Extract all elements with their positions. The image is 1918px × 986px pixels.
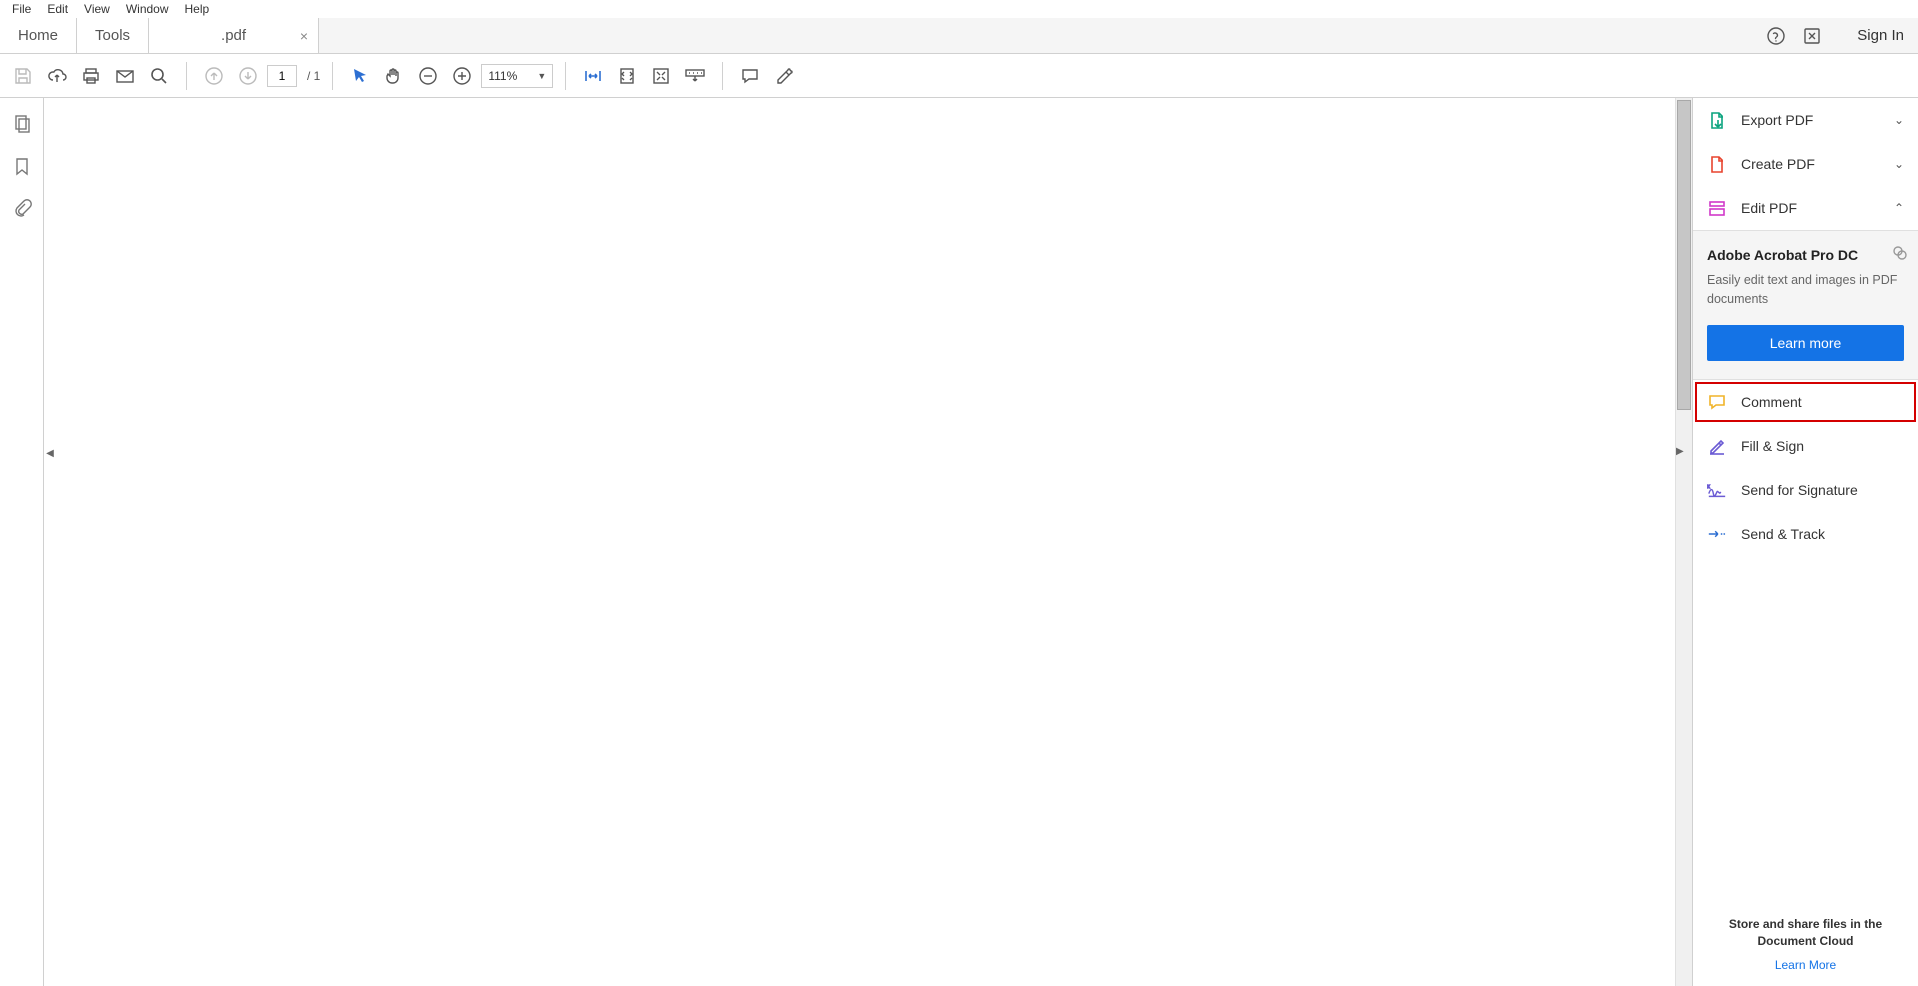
- page-up-icon[interactable]: [199, 61, 229, 91]
- separator: [332, 62, 333, 90]
- edit-pdf-icon: [1707, 198, 1727, 218]
- promo-description: Easily edit text and images in PDF docum…: [1707, 271, 1904, 309]
- close-tab-icon[interactable]: ×: [300, 28, 308, 44]
- tool-fill-sign[interactable]: Fill & Sign: [1693, 424, 1918, 468]
- zoom-select[interactable]: 111% ▼: [481, 64, 553, 88]
- learn-more-button[interactable]: Learn more: [1707, 325, 1904, 361]
- page-number-input[interactable]: [267, 65, 297, 87]
- tabbar: Home Tools .pdf × Sign In: [0, 18, 1918, 54]
- tool-label: Send for Signature: [1741, 482, 1858, 498]
- separator: [565, 62, 566, 90]
- email-icon[interactable]: [110, 61, 140, 91]
- zoom-in-icon[interactable]: [447, 61, 477, 91]
- export-pdf-icon: [1707, 110, 1727, 130]
- menu-edit[interactable]: Edit: [39, 2, 76, 16]
- comment-icon: [1707, 392, 1727, 412]
- tab-document-label: .pdf: [221, 27, 246, 44]
- tool-label: Export PDF: [1741, 112, 1813, 128]
- chevron-down-icon: ⌄: [1894, 157, 1904, 171]
- menu-view[interactable]: View: [76, 2, 118, 16]
- tools-panel: Export PDF ⌄ Create PDF ⌄ Edit PDF ⌃ Ado…: [1692, 98, 1918, 986]
- left-nav-panel: [0, 98, 44, 986]
- send-track-icon: [1707, 524, 1727, 544]
- collapse-right-icon[interactable]: ▶: [1676, 446, 1688, 460]
- zoom-out-icon[interactable]: [413, 61, 443, 91]
- bookmarks-icon[interactable]: [10, 154, 34, 178]
- menubar: File Edit View Window Help: [0, 0, 1918, 18]
- tool-label: Edit PDF: [1741, 200, 1797, 216]
- menu-file[interactable]: File: [4, 2, 39, 16]
- thumbnails-icon[interactable]: [10, 112, 34, 136]
- chevron-down-icon: ▼: [537, 71, 546, 81]
- promo-link-icon[interactable]: [1892, 245, 1908, 261]
- send-signature-icon: x: [1707, 480, 1727, 500]
- promo-title: Adobe Acrobat Pro DC: [1707, 247, 1904, 263]
- help-icon[interactable]: [1765, 25, 1787, 47]
- attachments-icon[interactable]: [10, 196, 34, 220]
- create-pdf-icon: [1707, 154, 1727, 174]
- page-down-icon[interactable]: [233, 61, 263, 91]
- tool-comment[interactable]: Comment: [1693, 380, 1918, 424]
- menu-help[interactable]: Help: [177, 2, 218, 16]
- cloud-promo-text: Store and share files in the Document Cl…: [1703, 916, 1908, 950]
- separator: [186, 62, 187, 90]
- fullscreen-icon[interactable]: [646, 61, 676, 91]
- tool-edit-pdf[interactable]: Edit PDF ⌃: [1693, 186, 1918, 230]
- vertical-scrollbar[interactable]: [1675, 98, 1692, 986]
- tool-send-track[interactable]: Send & Track: [1693, 512, 1918, 556]
- tab-tools[interactable]: Tools: [77, 18, 149, 53]
- tool-create-pdf[interactable]: Create PDF ⌄: [1693, 142, 1918, 186]
- highlight-tool-icon[interactable]: [769, 61, 799, 91]
- svg-text:x: x: [1707, 484, 1710, 490]
- cloud-upload-icon[interactable]: [42, 61, 72, 91]
- menu-window[interactable]: Window: [118, 2, 177, 16]
- cloud-promo: Store and share files in the Document Cl…: [1693, 902, 1918, 986]
- read-mode-icon[interactable]: [680, 61, 710, 91]
- selection-tool-icon[interactable]: [345, 61, 375, 91]
- save-icon[interactable]: [8, 61, 38, 91]
- notification-icon[interactable]: [1801, 25, 1823, 47]
- tab-document[interactable]: .pdf ×: [149, 18, 319, 53]
- tabbar-spacer: [319, 18, 1751, 53]
- search-icon[interactable]: [144, 61, 174, 91]
- tool-send-for-signature[interactable]: x Send for Signature: [1693, 468, 1918, 512]
- fit-page-icon[interactable]: [612, 61, 642, 91]
- chevron-up-icon: ⌃: [1894, 201, 1904, 215]
- sign-in-link[interactable]: Sign In: [1837, 27, 1904, 44]
- cloud-learn-more-link[interactable]: Learn More: [1703, 958, 1908, 972]
- comment-tool-icon[interactable]: [735, 61, 765, 91]
- document-viewport[interactable]: ◀ ▶: [44, 98, 1692, 986]
- tool-label: Send & Track: [1741, 526, 1825, 542]
- hand-tool-icon[interactable]: [379, 61, 409, 91]
- print-icon[interactable]: [76, 61, 106, 91]
- tool-label: Create PDF: [1741, 156, 1815, 172]
- fit-width-icon[interactable]: [578, 61, 608, 91]
- tab-home[interactable]: Home: [0, 18, 77, 53]
- main-toolbar: / 1 111% ▼: [0, 54, 1918, 98]
- page-total-label: / 1: [307, 69, 320, 83]
- scrollbar-thumb[interactable]: [1677, 100, 1691, 410]
- separator: [722, 62, 723, 90]
- tool-export-pdf[interactable]: Export PDF ⌄: [1693, 98, 1918, 142]
- fill-sign-icon: [1707, 436, 1727, 456]
- zoom-value: 111%: [488, 69, 517, 83]
- tool-label: Comment: [1741, 394, 1802, 410]
- tool-label: Fill & Sign: [1741, 438, 1804, 454]
- collapse-left-icon[interactable]: ◀: [44, 446, 56, 460]
- edit-pdf-promo: Adobe Acrobat Pro DC Easily edit text an…: [1693, 230, 1918, 380]
- chevron-down-icon: ⌄: [1894, 113, 1904, 127]
- main-area: ◀ ▶ Export PDF ⌄ Create PDF ⌄ Edit PDF ⌃…: [0, 98, 1918, 986]
